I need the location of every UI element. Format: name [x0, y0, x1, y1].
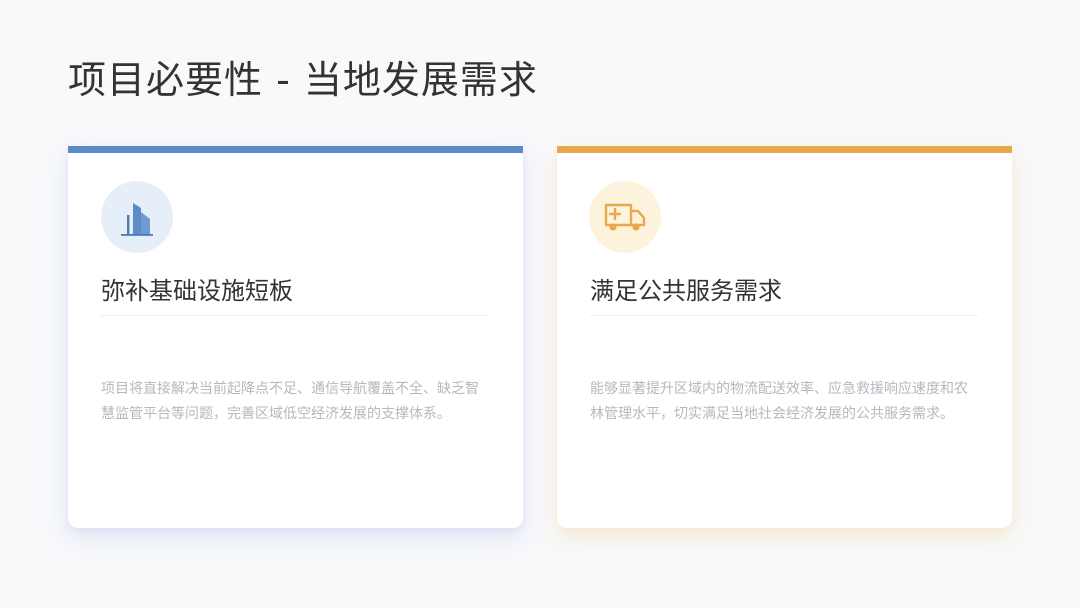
icon-badge: [589, 181, 661, 253]
divider: [590, 315, 978, 316]
card-infrastructure: 弥补基础设施短板 项目将直接解决当前起降点不足、通信导航覆盖不全、缺乏智慧监管平…: [68, 146, 523, 528]
card-public-service: 满足公共服务需求 能够显著提升区域内的物流配送效率、应急救援响应速度和农林管理水…: [557, 146, 1012, 528]
building-icon: [121, 203, 153, 236]
divider: [101, 315, 489, 316]
page-title: 项目必要性 - 当地发展需求: [68, 58, 538, 102]
icon-badge: [101, 181, 173, 253]
ambulance-icon: [604, 203, 646, 231]
card-body: 能够显著提升区域内的物流配送效率、应急救援响应速度和农林管理水平，切实满足当地社…: [590, 381, 968, 422]
card-title: 弥补基础设施短板: [101, 277, 293, 305]
card-body: 项目将直接解决当前起降点不足、通信导航覆盖不全、缺乏智慧监管平台等问题，完善区域…: [101, 381, 479, 422]
card-title: 满足公共服务需求: [590, 277, 782, 305]
slide: 项目必要性 - 当地发展需求 弥补基础设施短板 项目将直接解决当前起降点不足、通…: [0, 0, 1080, 608]
